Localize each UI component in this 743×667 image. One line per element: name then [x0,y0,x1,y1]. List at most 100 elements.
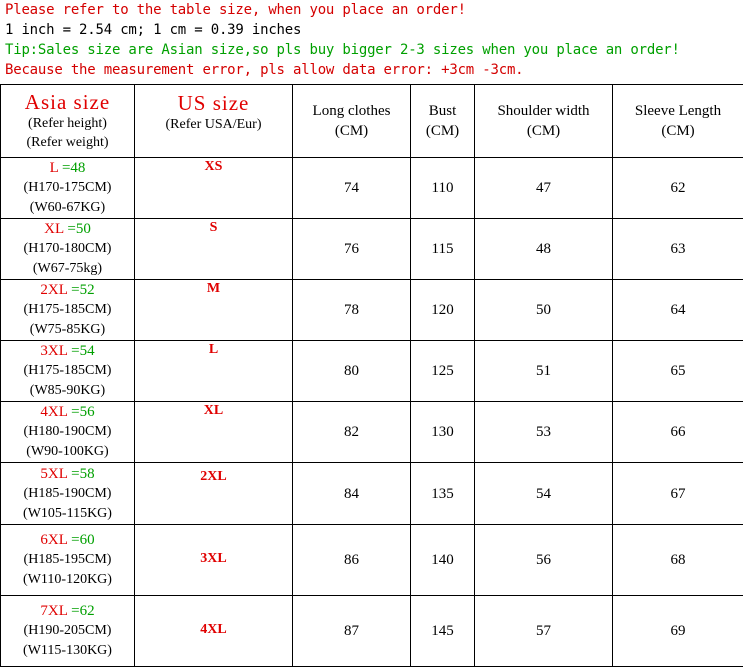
shoulder-value: 51 [536,363,551,379]
table-row: 7XL =62(H190-205CM)(W115-130KG) 4XL 87 145 5… [1,596,743,667]
header-row: Asia size (Refer height) (Refer weight) … [1,85,743,158]
asia-size-value: 6XL =60 [1,530,134,550]
us-size-value: M [207,281,220,296]
weight-range: (W115-130KG) [1,641,134,661]
length-cell: 82 [293,402,411,463]
length-cell: 78 [293,280,411,341]
asia-size-title: Asia size [1,90,134,114]
length-value: 78 [344,302,359,318]
asia-size-number: =54 [67,343,94,359]
weight-range: (W67-75kg) [1,259,134,279]
us-size-value: S [210,220,218,235]
length-unit: (CM) [293,121,410,141]
bust-cell: 130 [411,402,475,463]
us-size-cell: S [135,219,293,280]
shoulder-cell: 56 [475,525,613,596]
table-row: 5XL =58(H185-190CM)(W105-115KG)2XL841355… [1,463,743,525]
bust-header: Bust (CM) [411,85,475,158]
sleeve-value: 67 [671,486,686,502]
bust-value: 135 [431,486,454,502]
sleeve-cell: 62 [613,158,743,219]
asia-size-number: =48 [58,160,85,176]
asia-size-label: 6XL [40,532,67,548]
us-size-cell: XS [135,158,293,219]
shoulder-cell: 48 [475,219,613,280]
bust-cell: 135 [411,463,475,525]
bust-value: 125 [431,363,454,379]
sleeve-value: 69 [671,623,686,639]
asia-size-number: =58 [67,466,94,482]
asia-size-height-note: (Refer height) [1,114,134,133]
sleeve-cell: 65 [613,341,743,402]
shoulder-cell: 50 [475,280,613,341]
shoulder-value: 50 [536,302,551,318]
length-value: 80 [344,363,359,379]
asia-size-value: 4XL =56 [1,402,134,422]
asia-size-label: L [50,160,59,176]
shoulder-cell: 57 [475,596,613,667]
us-size-value: 4XL [200,622,226,637]
weight-range: (W105-115KG) [1,504,134,524]
us-size-cell: L [135,341,293,402]
length-title: Long clothes [293,101,410,121]
asia-size-value: XL =50 [1,219,134,239]
asia-size-value: 2XL =52 [1,280,134,300]
asia-size-number: =60 [67,532,94,548]
asia-size-cell: 7XL =62(H190-205CM)(W115-130KG) [1,596,135,667]
shoulder-title: Shoulder width [475,101,612,121]
length-cell: 86 [293,525,411,596]
table-row: 6XL =60(H185-195CM)(W110-120KG)3XL861405… [1,525,743,596]
height-range: (H190-205CM) [1,621,134,641]
shoulder-cell: 47 [475,158,613,219]
bust-cell: 110 [411,158,475,219]
sleeve-cell: 68 [613,525,743,596]
us-size-cell: 4XL [135,596,293,667]
weight-range: (W90-100KG) [1,442,134,462]
bust-cell: 125 [411,341,475,402]
us-size-title: US size [135,91,292,115]
bust-unit: (CM) [411,121,474,141]
asia-size-cell: 6XL =60(H185-195CM)(W110-120KG) [1,525,135,596]
bust-value: 110 [432,180,454,196]
length-value: 82 [344,424,359,440]
bust-value: 115 [432,241,454,257]
asia-size-value: 3XL =54 [1,341,134,361]
asia-size-value: L =48 [1,158,134,178]
shoulder-unit: (CM) [475,121,612,141]
shoulder-cell: 51 [475,341,613,402]
shoulder-value: 47 [536,180,551,196]
bust-cell: 145 [411,596,475,667]
sleeve-value: 66 [671,424,686,440]
asia-size-weight-note: (Refer weight) [1,133,134,152]
shoulder-value: 56 [536,552,551,568]
size-table: Asia size (Refer height) (Refer weight) … [0,84,743,667]
length-value: 76 [344,241,359,257]
asia-size-label: 2XL [40,282,67,298]
length-value: 84 [344,486,359,502]
sleeve-value: 63 [671,241,686,257]
bust-value: 145 [431,623,454,639]
table-row: 3XL =54(H175-185CM)(W85-90KG)L801255165 [1,341,743,402]
height-range: (H175-185CM) [1,300,134,320]
weight-range: (W75-85KG) [1,320,134,340]
length-value: 87 [344,623,359,639]
bust-value: 120 [431,302,454,318]
sleeve-value: 62 [671,180,686,196]
shoulder-value: 48 [536,241,551,257]
sleeve-title: Sleeve Length [613,101,743,121]
shoulder-value: 54 [536,486,551,502]
asia-size-number: =52 [67,282,94,298]
length-cell: 87 [293,596,411,667]
us-size-value: XL [204,403,223,418]
shoulder-header: Shoulder width (CM) [475,85,613,158]
us-size-value: XS [205,159,223,174]
asia-size-cell: 5XL =58(H185-190CM)(W105-115KG) [1,463,135,525]
asia-size-cell: L =48(H170-175CM)(W60-67KG) [1,158,135,219]
unit-conversion-note: 1 inch = 2.54 cm; 1 cm = 0.39 inches [0,20,743,40]
asia-size-header: Asia size (Refer height) (Refer weight) [1,85,135,158]
asia-size-cell: 4XL =56(H180-190CM)(W90-100KG) [1,402,135,463]
height-range: (H180-190CM) [1,422,134,442]
sleeve-cell: 66 [613,402,743,463]
asia-size-value: 7XL =62 [1,601,134,621]
bust-value: 140 [431,552,454,568]
